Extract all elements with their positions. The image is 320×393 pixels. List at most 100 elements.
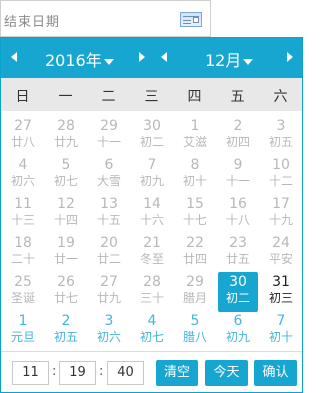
lunar-date-label: 圣诞	[10, 291, 35, 305]
confirm-button[interactable]: 确认	[254, 360, 297, 386]
day-cell[interactable]: 1 元旦	[3, 311, 43, 351]
lunar-date-label: 冬至	[139, 252, 164, 266]
day-cell[interactable]: 9 十一	[218, 155, 258, 195]
lunar-date-label: 二十	[10, 252, 35, 266]
day-cell[interactable]: 3 初六	[89, 311, 129, 351]
day-cell[interactable]: 22 廿四	[175, 233, 215, 273]
day-cell[interactable]: 3 初五	[261, 116, 301, 156]
day-cell[interactable]: 6 大雪	[89, 155, 129, 195]
lunar-date-label: 腊八	[182, 330, 207, 344]
day-cell[interactable]: 20 廿二	[89, 233, 129, 273]
date-picker-panel: 2016年 12月 日一二三四五六 27 廿八 28 廿九 29 十一 30 初二 1 艾滋 2 初四…	[0, 37, 303, 393]
day-number: 20	[100, 235, 118, 251]
clear-button[interactable]: 清空	[156, 360, 198, 386]
today-button[interactable]: 今天	[205, 360, 248, 386]
day-number: 5	[61, 157, 71, 173]
day-cell[interactable]: 17 十九	[261, 194, 301, 234]
day-cell[interactable]: 13 十五	[89, 194, 129, 234]
day-number: 17	[272, 196, 290, 212]
day-cell-selected[interactable]: 30 初二	[218, 272, 258, 312]
year-selector[interactable]: 2016年	[45, 47, 114, 71]
day-cell[interactable]: 15 十七	[175, 194, 215, 234]
day-number: 9	[233, 157, 243, 173]
lunar-date-label: 初十	[268, 330, 293, 344]
day-cell[interactable]: 18 二十	[3, 233, 43, 273]
day-cell[interactable]: 2 初四	[218, 116, 258, 156]
day-cell[interactable]: 28 三十	[132, 272, 172, 312]
prev-month-arrow-icon[interactable]	[161, 52, 167, 62]
lunar-date-label: 十七	[182, 213, 207, 227]
weekday-label: 一	[58, 89, 73, 105]
day-cell[interactable]: 30 初二	[132, 116, 172, 156]
day-cell[interactable]: 27 廿八	[3, 116, 43, 156]
picker-footer: 11 : 19 : 40 清空 今天 确认	[1, 351, 302, 391]
day-number: 3	[104, 313, 114, 329]
picker-header: 2016年 12月	[1, 38, 302, 78]
day-number: 29	[186, 274, 204, 290]
day-number: 6	[104, 157, 114, 173]
day-cell[interactable]: 21 冬至	[132, 233, 172, 273]
day-cell[interactable]: 16 十八	[218, 194, 258, 234]
day-number: 6	[233, 313, 243, 329]
lunar-date-label: 廿九	[53, 135, 78, 149]
lunar-date-label: 十二	[268, 174, 293, 188]
weekday-label: 五	[230, 89, 245, 105]
day-cell[interactable]: 5 初七	[46, 155, 86, 195]
day-cell[interactable]: 6 初九	[218, 311, 258, 351]
lunar-date-label: 初七	[53, 174, 78, 188]
next-month-arrow-icon[interactable]	[287, 52, 293, 62]
day-cell[interactable]: 11 十三	[3, 194, 43, 234]
lunar-date-label: 初三	[268, 291, 293, 305]
day-cell[interactable]: 19 廿一	[46, 233, 86, 273]
prev-year-arrow-icon[interactable]	[11, 52, 17, 62]
day-cell[interactable]: 24 平安	[261, 233, 301, 273]
minute-field[interactable]: 19	[59, 361, 96, 385]
day-number: 28	[143, 274, 161, 290]
day-cell[interactable]: 4 初六	[3, 155, 43, 195]
day-cell[interactable]: 8 初十	[175, 155, 215, 195]
lunar-date-label: 三十	[139, 291, 164, 305]
day-cell[interactable]: 23 廿五	[218, 233, 258, 273]
day-cell[interactable]: 27 廿九	[89, 272, 129, 312]
day-number: 21	[143, 235, 161, 251]
day-cell[interactable]: 26 廿七	[46, 272, 86, 312]
month-dropdown-caret-icon	[243, 58, 254, 65]
day-number: 5	[190, 313, 200, 329]
day-cell[interactable]: 1 艾滋	[175, 116, 215, 156]
day-cell[interactable]: 14 十六	[132, 194, 172, 234]
lunar-date-label: 十六	[139, 213, 164, 227]
lunar-date-label: 十五	[96, 213, 121, 227]
day-cell[interactable]: 10 十二	[261, 155, 301, 195]
day-cell[interactable]: 12 十四	[46, 194, 86, 234]
day-number: 7	[147, 157, 157, 173]
day-number: 12	[57, 196, 75, 212]
day-cell[interactable]: 7 初十	[261, 311, 301, 351]
day-number: 24	[272, 235, 290, 251]
day-cell[interactable]: 4 初七	[132, 311, 172, 351]
day-cell[interactable]: 29 腊月	[175, 272, 215, 312]
day-cell[interactable]: 29 十一	[89, 116, 129, 156]
end-date-input[interactable]: 结束日期	[0, 0, 211, 37]
day-number: 4	[18, 157, 28, 173]
day-cell[interactable]: 25 圣诞	[3, 272, 43, 312]
lunar-date-label: 大雪	[96, 174, 121, 188]
day-number: 27	[100, 274, 118, 290]
day-number: 19	[57, 235, 75, 251]
lunar-date-label: 廿二	[96, 252, 121, 266]
lunar-date-label: 元旦	[10, 330, 35, 344]
day-cell[interactable]: 28 廿九	[46, 116, 86, 156]
month-selector[interactable]: 12月	[205, 47, 254, 71]
lunar-date-label: 初十	[182, 174, 207, 188]
day-number: 13	[100, 196, 118, 212]
hour-field[interactable]: 11	[12, 361, 49, 385]
lunar-date-label: 廿七	[53, 291, 78, 305]
day-cell[interactable]: 5 腊八	[175, 311, 215, 351]
day-number: 29	[100, 118, 118, 134]
second-field[interactable]: 40	[107, 361, 144, 385]
day-cell[interactable]: 2 初五	[46, 311, 86, 351]
calendar-icon[interactable]	[180, 12, 202, 27]
weekday-header-row: 日一二三四五六	[1, 78, 302, 111]
day-cell[interactable]: 31 初三	[261, 272, 301, 312]
day-cell[interactable]: 7 初九	[132, 155, 172, 195]
next-year-arrow-icon[interactable]	[139, 52, 145, 62]
